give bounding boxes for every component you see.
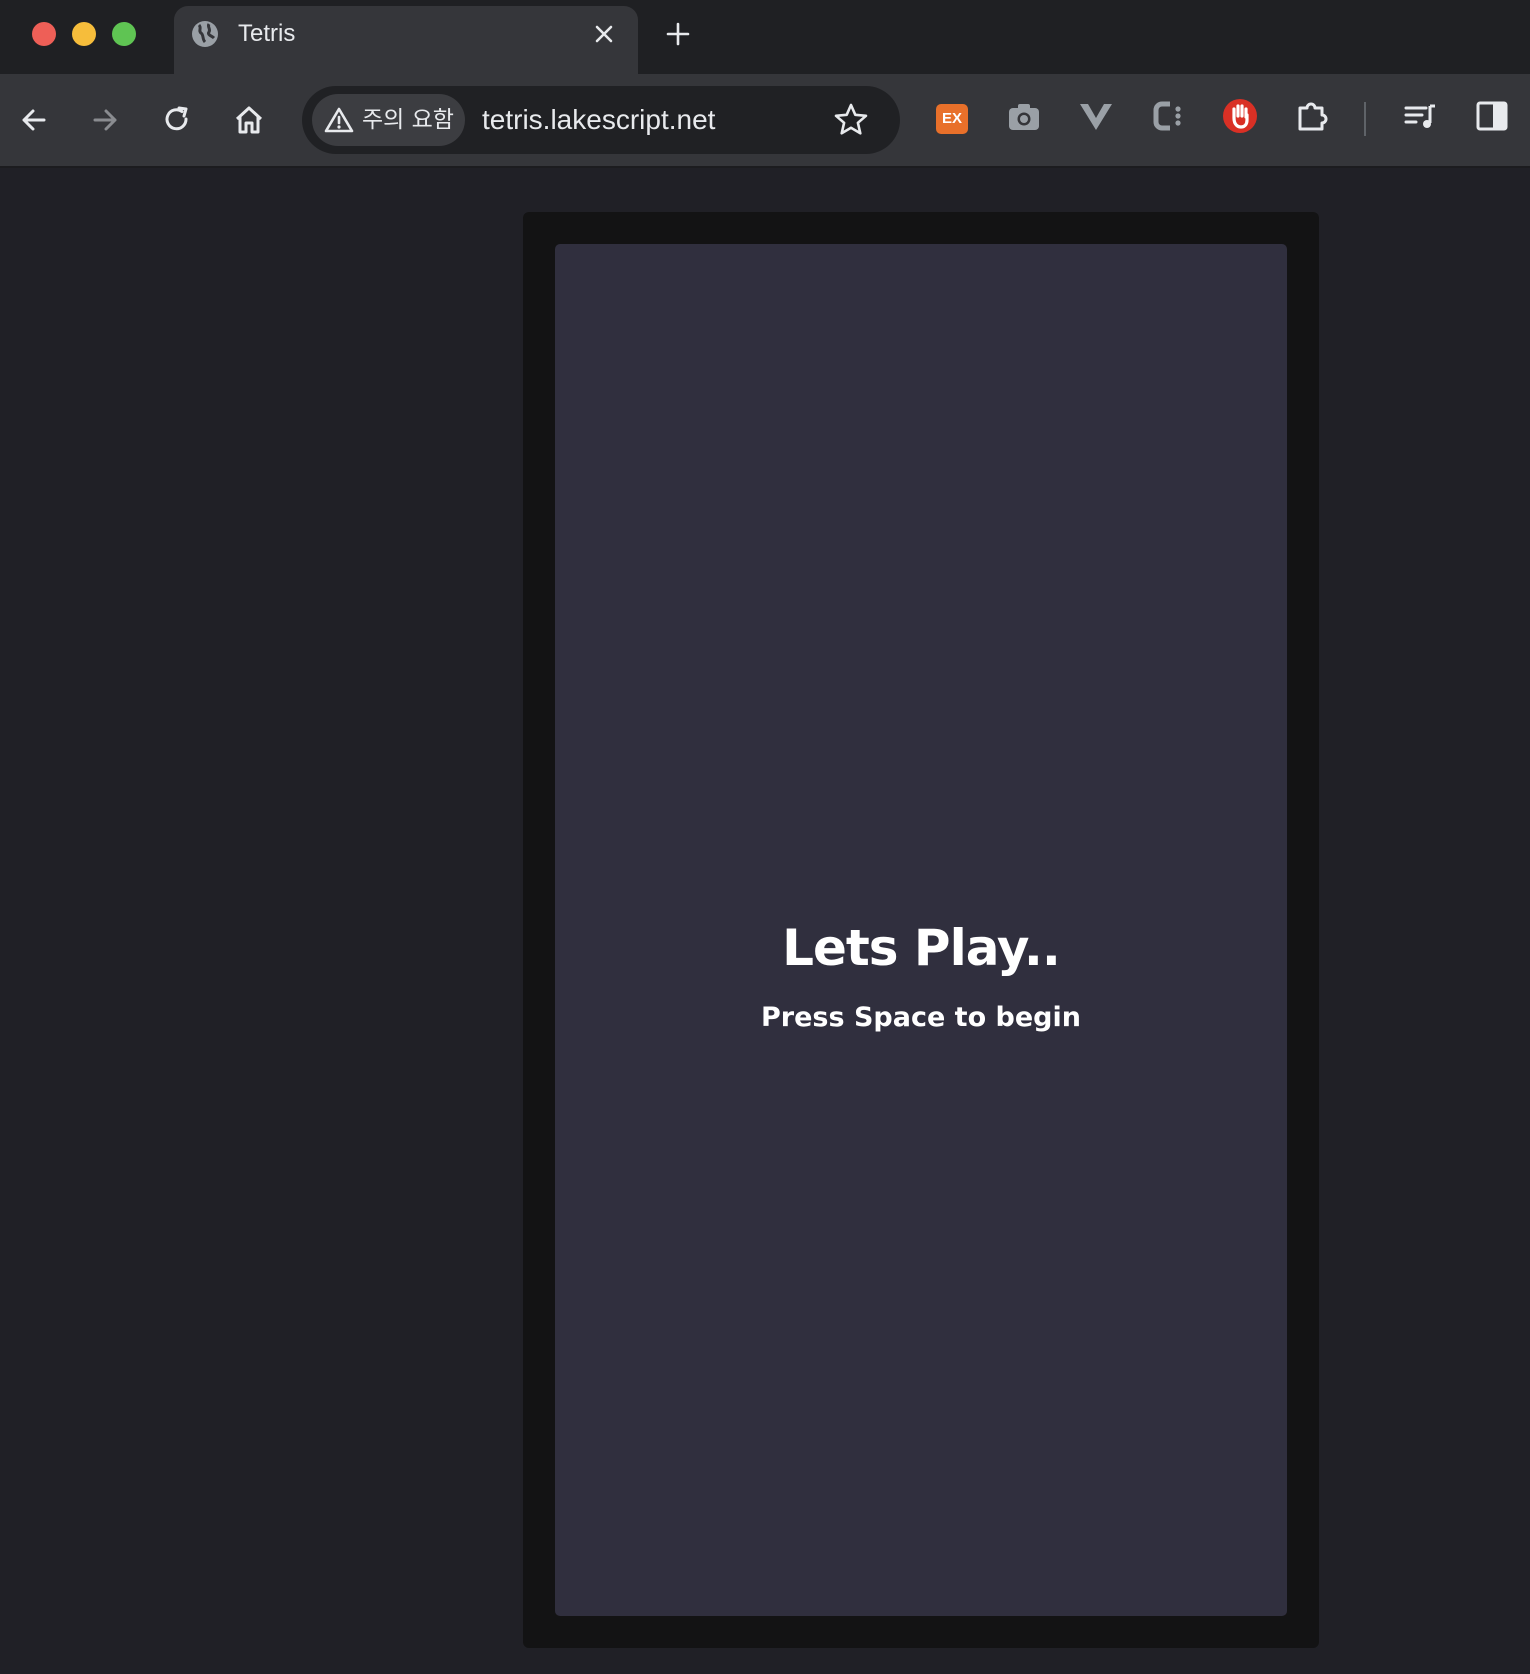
home-icon[interactable] (231, 102, 267, 138)
tab-tetris[interactable]: Tetris (174, 6, 638, 74)
reload-icon[interactable] (159, 102, 195, 138)
globe-icon (192, 21, 218, 47)
c-extension-icon[interactable] (1148, 96, 1188, 136)
browser-toolbar: 주의 요함 tetris.lakescript.net EX (0, 74, 1530, 168)
warning-triangle-icon (324, 107, 354, 133)
url-text[interactable]: tetris.lakescript.net (482, 102, 715, 138)
plus-icon[interactable] (664, 20, 692, 48)
media-queue-icon[interactable] (1400, 96, 1440, 136)
start-title: Lets Play.. (782, 919, 1061, 977)
extensions-puzzle-icon[interactable] (1292, 96, 1332, 136)
window-minimize-button[interactable] (72, 22, 96, 46)
side-panel-icon[interactable] (1472, 96, 1512, 136)
tetris-board[interactable]: Lets Play.. Press Space to begin (555, 244, 1287, 1616)
start-instructions: Press Space to begin (761, 1002, 1081, 1033)
security-label: 주의 요함 (362, 107, 454, 133)
window-close-button[interactable] (32, 22, 56, 46)
security-chip[interactable]: 주의 요함 (312, 94, 465, 146)
tab-title: Tetris (238, 20, 296, 47)
camera-extension-icon[interactable] (1004, 96, 1044, 136)
tab-strip: Tetris (0, 0, 1530, 74)
game-frame: Lets Play.. Press Space to begin (523, 212, 1319, 1648)
vue-devtools-extension-icon[interactable] (1076, 96, 1116, 136)
address-bar[interactable]: 주의 요함 tetris.lakescript.net (302, 86, 900, 154)
toolbar-separator (1364, 102, 1366, 136)
arrow-left-icon[interactable] (16, 102, 52, 138)
close-icon[interactable] (592, 22, 616, 46)
window-maximize-button[interactable] (112, 22, 136, 46)
star-icon[interactable] (832, 101, 870, 139)
ex-extension-icon[interactable]: EX (936, 104, 968, 134)
arrow-right-icon[interactable] (87, 102, 123, 138)
stop-hand-extension-icon[interactable] (1220, 96, 1260, 136)
